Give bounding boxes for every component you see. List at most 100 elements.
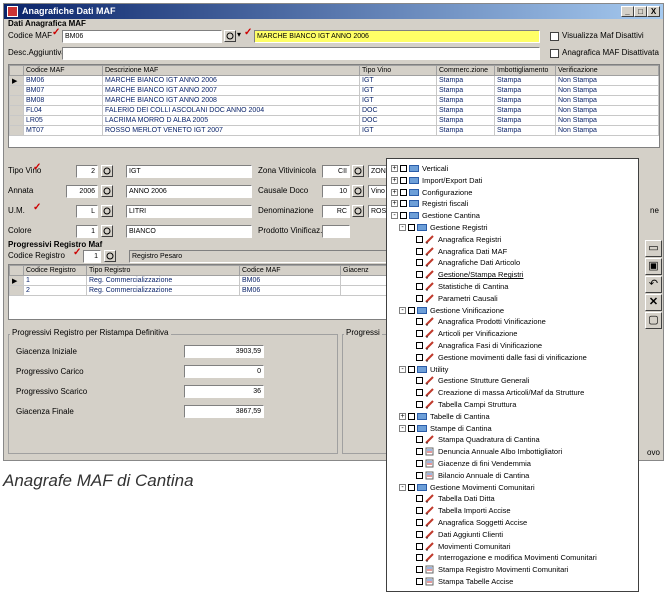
- checkbox-icon[interactable]: [400, 165, 407, 172]
- checkbox-icon[interactable]: [416, 566, 423, 574]
- annata-code[interactable]: 2006: [66, 185, 98, 198]
- cell-ver[interactable]: Non Stampa: [555, 105, 659, 116]
- collapse-icon[interactable]: -: [399, 306, 406, 314]
- cell-codice[interactable]: BM06: [23, 75, 103, 86]
- denominazione-desc[interactable]: ROS: [368, 205, 388, 218]
- checkbox-icon[interactable]: [416, 294, 423, 302]
- tree-item[interactable]: Anagrafica Fasi di Vinificazione: [387, 340, 637, 351]
- checkbox-icon[interactable]: [416, 471, 423, 479]
- cell-imb[interactable]: Stampa: [494, 125, 556, 136]
- checkbox-icon[interactable]: [400, 212, 407, 220]
- annata-desc[interactable]: ANNO 2006: [126, 185, 252, 198]
- checkbox-icon[interactable]: [416, 507, 423, 515]
- collapse-icon[interactable]: -: [391, 212, 398, 220]
- table-row[interactable]: MT07 ROSSO MERLOT VENETO IGT 2007 IGT St…: [9, 125, 659, 136]
- checkbox-icon[interactable]: [416, 495, 423, 503]
- tree-item[interactable]: + Import/Export Dati: [387, 175, 637, 186]
- checkbox-icon[interactable]: [408, 412, 415, 420]
- desc-aggiuntiva-input[interactable]: [62, 47, 540, 60]
- cell-codice[interactable]: BM07: [23, 85, 103, 96]
- search-icon[interactable]: [352, 205, 364, 217]
- col-tipo-vino[interactable]: Tipo Vino: [359, 65, 437, 76]
- codice-maf-input[interactable]: BM06: [62, 30, 222, 43]
- cell-tipo[interactable]: IGT: [359, 75, 437, 86]
- cell-codice-registro[interactable]: 1: [23, 275, 87, 286]
- cell-ver[interactable]: Non Stampa: [555, 85, 659, 96]
- causale-code[interactable]: 10: [322, 185, 350, 198]
- tree-item[interactable]: Gestione/Stampa Registri: [387, 269, 637, 280]
- tree-item[interactable]: + Configurazione: [387, 187, 637, 198]
- expand-icon[interactable]: +: [391, 165, 398, 172]
- cell-descrizione[interactable]: FALERIO DEI COLLI ASCOLANI DOC ANNO 2004: [102, 105, 360, 116]
- cell-codice[interactable]: MT07: [23, 125, 103, 136]
- checkbox-icon[interactable]: [408, 365, 415, 373]
- minimize-button[interactable]: _: [621, 6, 634, 17]
- checkbox-icon[interactable]: [416, 318, 423, 326]
- tree-item[interactable]: Parametri Causali: [387, 293, 637, 304]
- search-icon[interactable]: [101, 185, 113, 197]
- giacenza-iniziale-value[interactable]: 3903,59: [184, 345, 264, 358]
- tree-item[interactable]: Tabella Dati Ditta: [387, 493, 637, 504]
- table-row[interactable]: FL04 FALERIO DEI COLLI ASCOLANI DOC ANNO…: [9, 105, 659, 116]
- tree-item[interactable]: - Gestione Registri: [387, 222, 637, 233]
- checkbox-icon[interactable]: [416, 377, 423, 385]
- checkbox-icon[interactable]: [400, 200, 407, 208]
- cell-descrizione[interactable]: MARCHE BIANCO IGT ANNO 2008: [102, 95, 360, 106]
- col-imbott[interactable]: Imbottigliamento: [494, 65, 556, 76]
- tree-item[interactable]: Bilancio Annuale di Cantina: [387, 470, 637, 481]
- checkbox-icon[interactable]: [416, 460, 423, 467]
- col-codice-maf[interactable]: Codice MAF: [23, 65, 103, 76]
- toolbar-delete-icon[interactable]: ✕: [645, 294, 662, 311]
- cell-comm[interactable]: Stampa: [436, 105, 495, 116]
- search-icon[interactable]: [101, 225, 113, 237]
- tree-item[interactable]: - Utility: [387, 364, 637, 375]
- giacenza-finale-value[interactable]: 3867,59: [184, 405, 264, 418]
- cell-imb[interactable]: Stampa: [494, 85, 556, 96]
- tree-item[interactable]: Stampa Registro Movimenti Comunitari: [387, 564, 637, 575]
- checkbox-icon[interactable]: [416, 247, 423, 255]
- checkbox-icon[interactable]: [408, 306, 415, 314]
- cell-ver[interactable]: Non Stampa: [555, 115, 659, 126]
- checkbox-icon[interactable]: [408, 483, 415, 491]
- checkbox-icon[interactable]: [416, 542, 423, 550]
- search-icon[interactable]: [224, 30, 236, 42]
- col-descrizione[interactable]: Descrizione MAF: [102, 65, 360, 76]
- checkbox-icon[interactable]: [416, 283, 423, 290]
- checkbox-icon[interactable]: [408, 224, 415, 231]
- zona-code[interactable]: CII: [322, 165, 350, 178]
- tree-item[interactable]: Articoli per Vinificazione: [387, 328, 637, 339]
- denominazione-code[interactable]: RC: [322, 205, 350, 218]
- scarico-value[interactable]: 36: [184, 385, 264, 398]
- cell-comm[interactable]: Stampa: [436, 115, 495, 126]
- cell-comm[interactable]: Stampa: [436, 85, 495, 96]
- toolbar-open-icon[interactable]: ▭: [645, 240, 662, 257]
- cell-ver[interactable]: Non Stampa: [555, 125, 659, 136]
- tipo-vino-desc[interactable]: IGT: [126, 165, 252, 178]
- search-icon[interactable]: [101, 205, 113, 217]
- tree-item[interactable]: Gestione Strutture Generali: [387, 375, 637, 386]
- tree-item[interactable]: Movimenti Comunitari: [387, 541, 637, 552]
- checkbox-icon[interactable]: [400, 188, 407, 196]
- cell-comm[interactable]: Stampa: [436, 95, 495, 106]
- checkbox-icon[interactable]: [400, 176, 407, 184]
- cell-tipo[interactable]: IGT: [359, 95, 437, 106]
- colore-code[interactable]: 1: [76, 225, 98, 238]
- tree-item[interactable]: Anagrafiche Dati Articolo: [387, 257, 637, 268]
- tree-item[interactable]: Gestione movimenti dalle fasi di vinific…: [387, 352, 637, 363]
- cell-maf[interactable]: BM06: [239, 275, 341, 286]
- cell-imb[interactable]: Stampa: [494, 115, 556, 126]
- cell-imb[interactable]: Stampa: [494, 105, 556, 116]
- cell-tipo[interactable]: IGT: [359, 125, 437, 136]
- toolbar-save-icon[interactable]: ▣: [645, 258, 662, 275]
- visualizza-checkbox[interactable]: [550, 32, 559, 41]
- expand-icon[interactable]: +: [391, 176, 398, 184]
- cell-codice[interactable]: LR05: [23, 115, 103, 126]
- tree-item[interactable]: - Gestione Movimenti Comunitari: [387, 482, 637, 493]
- cell-ver[interactable]: Non Stampa: [555, 75, 659, 86]
- tree-item[interactable]: Giacenze di fini Vendemmia: [387, 458, 637, 469]
- table-row[interactable]: ▶ 1 Reg. Commercializzazione BM06: [9, 275, 387, 286]
- collapse-icon[interactable]: -: [399, 424, 406, 432]
- cell-descrizione[interactable]: LACRIMA MORRO D ALBA 2005: [102, 115, 360, 126]
- expand-icon[interactable]: +: [391, 188, 398, 196]
- toolbar-new-icon[interactable]: ▢: [645, 312, 662, 329]
